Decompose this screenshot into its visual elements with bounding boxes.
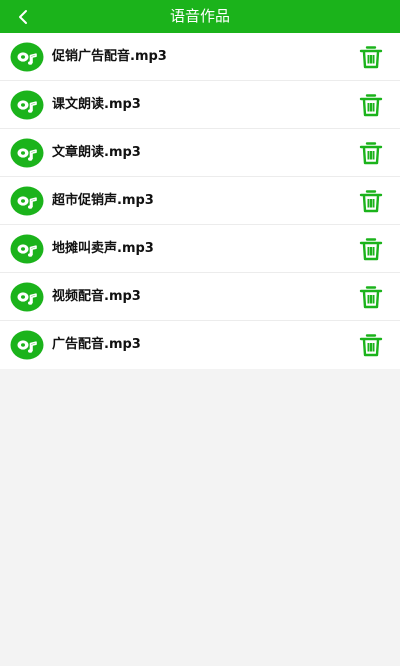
file-list-item[interactable]: 课文朗读.mp3 — [0, 81, 400, 129]
file-list-item[interactable]: 广告配音.mp3 — [0, 321, 400, 369]
file-name: 超市促销声.mp3 — [52, 193, 154, 208]
file-list-item[interactable]: 地摊叫卖声.mp3 — [0, 225, 400, 273]
trash-icon — [359, 286, 383, 309]
delete-button[interactable] — [357, 43, 385, 71]
music-disc-icon — [10, 42, 44, 72]
music-disc-icon — [10, 282, 44, 312]
trash-icon — [359, 94, 383, 117]
music-disc-icon — [10, 330, 44, 360]
delete-button[interactable] — [357, 187, 385, 215]
trash-icon — [359, 46, 383, 69]
app-header: 语音作品 — [0, 0, 400, 33]
music-disc-icon — [10, 90, 44, 120]
delete-button[interactable] — [357, 331, 385, 359]
file-list-item[interactable]: 超市促销声.mp3 — [0, 177, 400, 225]
trash-icon — [359, 190, 383, 213]
file-name: 文章朗读.mp3 — [52, 145, 141, 160]
delete-button[interactable] — [357, 91, 385, 119]
file-name: 促销广告配音.mp3 — [52, 49, 167, 64]
file-list-item[interactable]: 视频配音.mp3 — [0, 273, 400, 321]
trash-icon — [359, 238, 383, 261]
music-disc-icon — [10, 186, 44, 216]
trash-icon — [359, 334, 383, 357]
delete-button[interactable] — [357, 283, 385, 311]
music-disc-icon — [10, 138, 44, 168]
file-list-item[interactable]: 文章朗读.mp3 — [0, 129, 400, 177]
music-disc-icon — [10, 234, 44, 264]
trash-icon — [359, 142, 383, 165]
file-name: 广告配音.mp3 — [52, 337, 141, 352]
page-title: 语音作品 — [169, 7, 230, 25]
delete-button[interactable] — [357, 139, 385, 167]
file-name: 视频配音.mp3 — [52, 289, 141, 304]
delete-button[interactable] — [357, 235, 385, 263]
file-name: 地摊叫卖声.mp3 — [52, 241, 154, 256]
file-list-item[interactable]: 促销广告配音.mp3 — [0, 33, 400, 81]
file-list: 促销广告配音.mp3 课文朗读.mp3 文章朗读.mp3 超市促销声.mp3 地… — [0, 33, 400, 369]
file-name: 课文朗读.mp3 — [52, 97, 141, 112]
